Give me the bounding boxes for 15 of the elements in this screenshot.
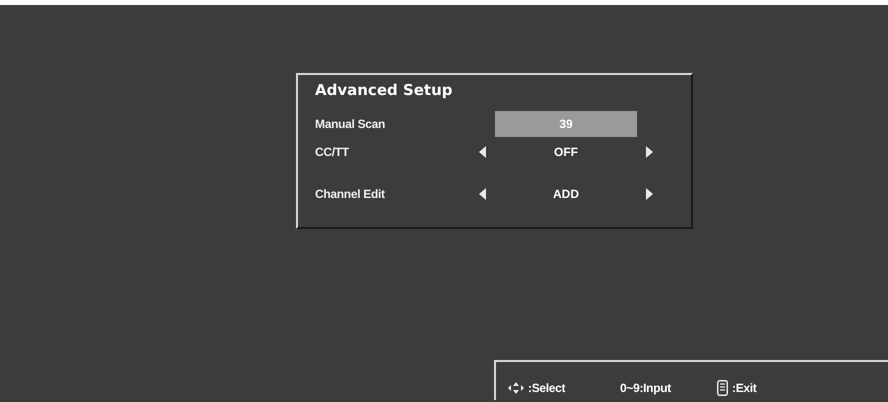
setting-value[interactable]: ADD bbox=[495, 181, 637, 207]
setting-label: CC/TT bbox=[315, 144, 350, 161]
remote-icon bbox=[717, 380, 728, 396]
direction-keys-icon bbox=[508, 382, 524, 394]
hint-text: 0~9:Input bbox=[620, 380, 671, 397]
right-arrow-icon[interactable] bbox=[646, 146, 653, 158]
hint-text: :Select bbox=[528, 380, 566, 397]
hint-text: :Exit bbox=[732, 380, 757, 397]
left-arrow-icon[interactable] bbox=[479, 146, 486, 158]
menu-title: Advanced Setup bbox=[315, 80, 453, 100]
setting-value[interactable]: OFF bbox=[495, 139, 637, 165]
right-arrow-icon[interactable] bbox=[646, 188, 653, 200]
left-arrow-icon[interactable] bbox=[479, 188, 486, 200]
setting-label: Channel Edit bbox=[315, 186, 386, 203]
setting-label: Manual Scan bbox=[315, 116, 386, 133]
